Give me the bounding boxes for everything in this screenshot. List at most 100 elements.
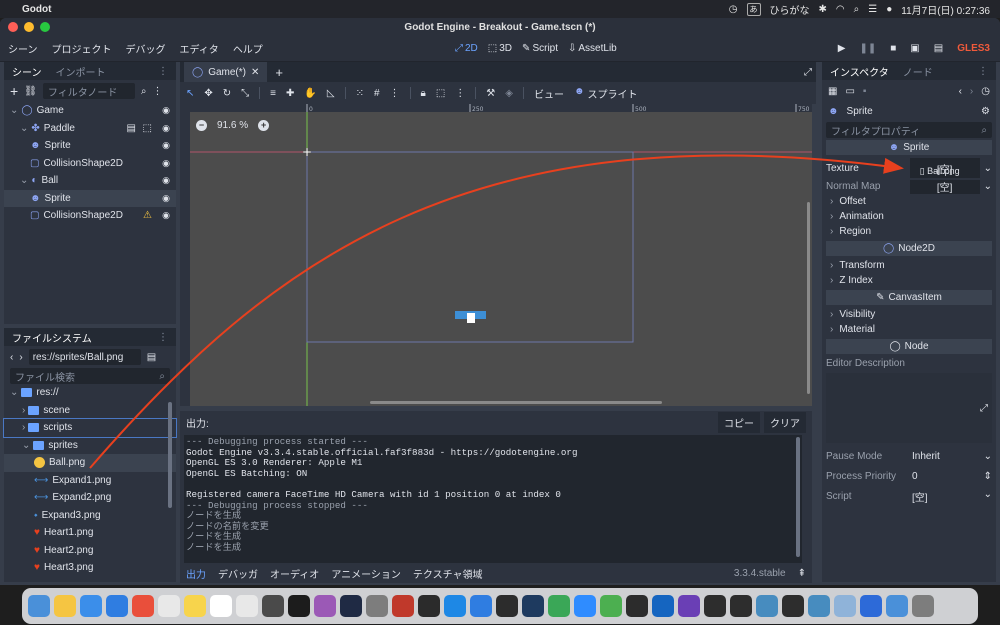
chevron-icon[interactable]: › — [22, 422, 25, 433]
pause-icon[interactable]: ❚❚ — [859, 43, 876, 54]
property-group[interactable]: Region — [822, 224, 996, 239]
property-group[interactable]: Material — [822, 322, 996, 337]
dock-app-icon[interactable] — [522, 595, 544, 617]
clear-button[interactable]: クリア — [764, 411, 806, 433]
camera-override-icon[interactable]: ◈ — [505, 88, 513, 99]
history-forward-icon[interactable]: › — [970, 86, 973, 97]
chevron-icon[interactable]: ⌄ — [22, 440, 30, 451]
dock-app-icon[interactable] — [470, 595, 492, 617]
dock-app-icon[interactable] — [860, 595, 882, 617]
copy-button[interactable]: コピー — [718, 411, 760, 433]
expand-icon[interactable]: ⤢ — [980, 403, 988, 414]
bone-icon[interactable]: ⚒ — [486, 88, 495, 99]
bottom-tab[interactable]: テクスチャ領域 — [413, 566, 483, 581]
dock-app-icon[interactable] — [782, 595, 804, 617]
dock-app-icon[interactable] — [210, 595, 232, 617]
dock-app-icon[interactable] — [444, 595, 466, 617]
chevron-icon[interactable]: ⌄ — [10, 387, 18, 398]
dock-app-icon[interactable] — [366, 595, 388, 617]
menu-item[interactable]: デバッグ — [126, 41, 166, 56]
fullscreen-icon[interactable]: ⤢ — [804, 67, 812, 78]
forward-icon[interactable]: › — [19, 352, 22, 363]
dock-app-icon[interactable] — [626, 595, 648, 617]
split-view-icon[interactable]: ▤ — [147, 352, 156, 363]
chevron-down-icon[interactable]: ⌄ — [10, 105, 18, 116]
script-field[interactable]: [空] ⌄ — [912, 489, 992, 504]
scene-tree-item[interactable]: ☻ Sprite ◉ — [4, 137, 176, 155]
editor-description-field[interactable]: ⤢ — [826, 373, 992, 443]
file-tree-item[interactable]: › scripts — [3, 418, 177, 438]
visibility-icon[interactable]: ◉ — [162, 158, 170, 169]
pause-mode-select[interactable]: Inherit ⌄ — [912, 451, 992, 462]
tab-inspector[interactable]: インスペクタ — [830, 64, 889, 79]
ruler-icon[interactable]: ◺ — [327, 88, 335, 99]
file-tree-item[interactable]: › scene — [4, 402, 176, 420]
property-group[interactable]: Z Index — [822, 273, 996, 288]
zoom-in-button[interactable]: + — [258, 120, 270, 131]
file-tree-item[interactable]: ⌄ res:// — [4, 384, 176, 402]
dock-app-icon[interactable] — [886, 595, 908, 617]
property-group[interactable]: Animation — [822, 209, 996, 224]
file-tree-item[interactable]: ♥ Heart1.png — [4, 524, 176, 542]
visibility-icon[interactable]: ◉ — [162, 193, 170, 204]
dock-app-icon[interactable] — [288, 595, 310, 617]
link-icon[interactable]: ⛓ — [24, 86, 37, 97]
tab-filesystem[interactable]: ファイルシステム — [12, 330, 92, 345]
file-tree-scrollbar[interactable] — [168, 402, 172, 508]
save-icon[interactable]: ▪ — [863, 86, 867, 97]
play-custom-icon[interactable]: ▤ — [934, 43, 943, 54]
warning-icon[interactable]: ⚠ — [143, 210, 152, 221]
section-node2d[interactable]: ◯ Node2D — [826, 241, 992, 256]
select-tool-icon[interactable]: ↖ — [186, 88, 194, 99]
lock-icon[interactable]: 🔒︎ — [421, 88, 426, 99]
bottom-tab[interactable]: 出力 — [186, 566, 206, 581]
stop-icon[interactable]: ■ — [890, 43, 896, 54]
visibility-icon[interactable]: ◉ — [162, 123, 170, 134]
rotate-tool-icon[interactable]: ↻ — [223, 88, 231, 99]
expand-panel-icon[interactable]: ⇞ — [798, 568, 806, 579]
play-icon[interactable]: ▶ — [838, 43, 846, 54]
filter-nodes-input[interactable]: フィルタノード — [42, 83, 135, 99]
dock-app-icon[interactable] — [184, 595, 206, 617]
back-icon[interactable]: ‹ — [10, 352, 13, 363]
dock-app-icon[interactable] — [340, 595, 362, 617]
wifi-icon[interactable]: ◠ — [836, 4, 845, 15]
dock-app-icon[interactable] — [808, 595, 830, 617]
menu-item[interactable]: ヘルプ — [233, 41, 263, 56]
file-tree-item[interactable]: Ball.png — [4, 454, 176, 472]
dock-menu-icon[interactable]: ⋮ — [158, 332, 168, 343]
dock-app-icon[interactable] — [912, 595, 934, 617]
skeleton-menu-icon[interactable]: ⋮ — [455, 88, 465, 99]
property-group[interactable]: Transform — [822, 258, 996, 273]
process-priority-field[interactable]: 0 ⇕ — [912, 471, 992, 482]
visibility-icon[interactable]: ◉ — [162, 105, 170, 116]
visibility-icon[interactable]: ◉ — [162, 175, 170, 186]
scene-tree-item[interactable]: ⌄ ◐ Ball ◉ — [4, 172, 176, 190]
dock-app-icon[interactable] — [756, 595, 778, 617]
scene-tree-item[interactable]: ▢ CollisionShape2D ⚠ ◉ — [4, 207, 176, 225]
group-icon[interactable]: ⬚ — [436, 88, 445, 99]
workspace-3d-button[interactable]: ⬚ 3D — [488, 43, 512, 54]
chevron-icon[interactable]: › — [22, 405, 25, 416]
visibility-icon[interactable]: ◉ — [162, 140, 170, 151]
bottom-tab[interactable]: アニメーション — [331, 566, 401, 581]
inspector-object-name[interactable]: Sprite — [847, 106, 873, 117]
section-sprite[interactable]: ☻ Sprite — [826, 140, 992, 155]
dock-app-icon[interactable] — [392, 595, 414, 617]
input-method-label[interactable]: ひらがな — [770, 2, 810, 17]
dock-app-icon[interactable] — [314, 595, 336, 617]
file-tree-item[interactable]: ⌄ sprites — [4, 437, 176, 455]
scale-tool-icon[interactable]: ⤡ — [241, 88, 249, 99]
menu-item[interactable]: プロジェクト — [52, 41, 112, 56]
tab-scene[interactable]: シーン — [12, 64, 42, 79]
property-group[interactable]: Visibility — [822, 307, 996, 322]
tab-game-scene[interactable]: ◯ Game(*) ✕ — [184, 62, 268, 82]
dock-app-icon[interactable] — [652, 595, 674, 617]
file-tree-item[interactable]: ⬩ Expand3.png — [4, 507, 176, 525]
bluetooth-icon[interactable]: ✱ — [819, 4, 827, 15]
group-icon[interactable]: ⬚ — [143, 123, 152, 134]
dock-menu-icon[interactable]: ⋮ — [978, 66, 988, 77]
history-icon[interactable]: ◷ — [981, 86, 990, 97]
zoom-out-button[interactable]: − — [196, 120, 207, 131]
dock-app-icon[interactable] — [132, 595, 154, 617]
